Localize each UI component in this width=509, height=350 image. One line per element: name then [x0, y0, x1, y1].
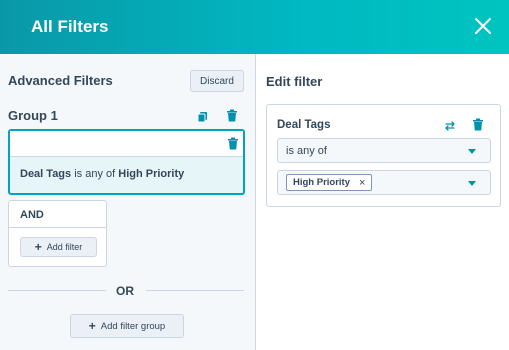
modal-header: All Filters — [0, 0, 509, 54]
and-label: AND — [20, 209, 44, 221]
plus-icon: + — [88, 319, 96, 333]
value-select[interactable]: High Priority × — [277, 170, 491, 195]
add-filter-label: Add filter — [46, 242, 83, 252]
copy-icon[interactable] — [197, 110, 211, 124]
add-filter-button[interactable]: + Add filter — [20, 237, 97, 257]
filter-card[interactable]: Deal Tags is any of High Priority — [8, 129, 245, 195]
add-filter-group-button[interactable]: + Add filter group — [70, 314, 184, 338]
close-icon[interactable] — [471, 14, 495, 38]
edit-filter-title: Edit filter — [266, 74, 323, 89]
divider — [8, 290, 106, 291]
value-chip-label: High Priority — [293, 177, 351, 188]
filter-property: Deal Tags — [20, 168, 72, 180]
group-title: Group 1 — [8, 108, 58, 123]
edit-filter-property: Deal Tags — [277, 119, 331, 131]
swap-icon[interactable] — [444, 119, 458, 133]
modal-title: All Filters — [31, 17, 109, 36]
filter-operator: is any of — [74, 168, 116, 180]
remove-chip-icon[interactable]: × — [359, 177, 365, 189]
or-label: OR — [116, 284, 134, 298]
edit-filter-card: Deal Tags is any of High Priority × — [266, 104, 501, 207]
divider — [9, 227, 106, 228]
delete-group-icon[interactable] — [226, 109, 240, 123]
operator-select[interactable]: is any of — [277, 138, 491, 163]
plus-icon: + — [34, 240, 42, 254]
and-group: AND + Add filter — [8, 200, 107, 267]
chevron-down-icon — [468, 149, 476, 154]
filter-card-toolbar — [10, 131, 243, 157]
advanced-filters-panel: Advanced Filters Discard Group 1 Deal Ta… — [0, 54, 255, 350]
chevron-down-icon — [468, 181, 476, 186]
operator-select-value: is any of — [286, 145, 327, 157]
filter-summary: Deal Tags is any of High Priority — [20, 168, 184, 180]
delete-filter-icon[interactable] — [227, 137, 241, 151]
filter-value: High Priority — [118, 168, 185, 180]
delete-icon[interactable] — [472, 118, 486, 132]
value-chip: High Priority × — [286, 174, 373, 191]
divider — [146, 290, 244, 291]
add-filter-group-label: Add filter group — [100, 320, 166, 332]
discard-button[interactable]: Discard — [190, 70, 244, 92]
edit-filter-panel: Edit filter Deal Tags is any of High Pri… — [256, 54, 509, 350]
advanced-filters-title: Advanced Filters — [8, 73, 113, 88]
